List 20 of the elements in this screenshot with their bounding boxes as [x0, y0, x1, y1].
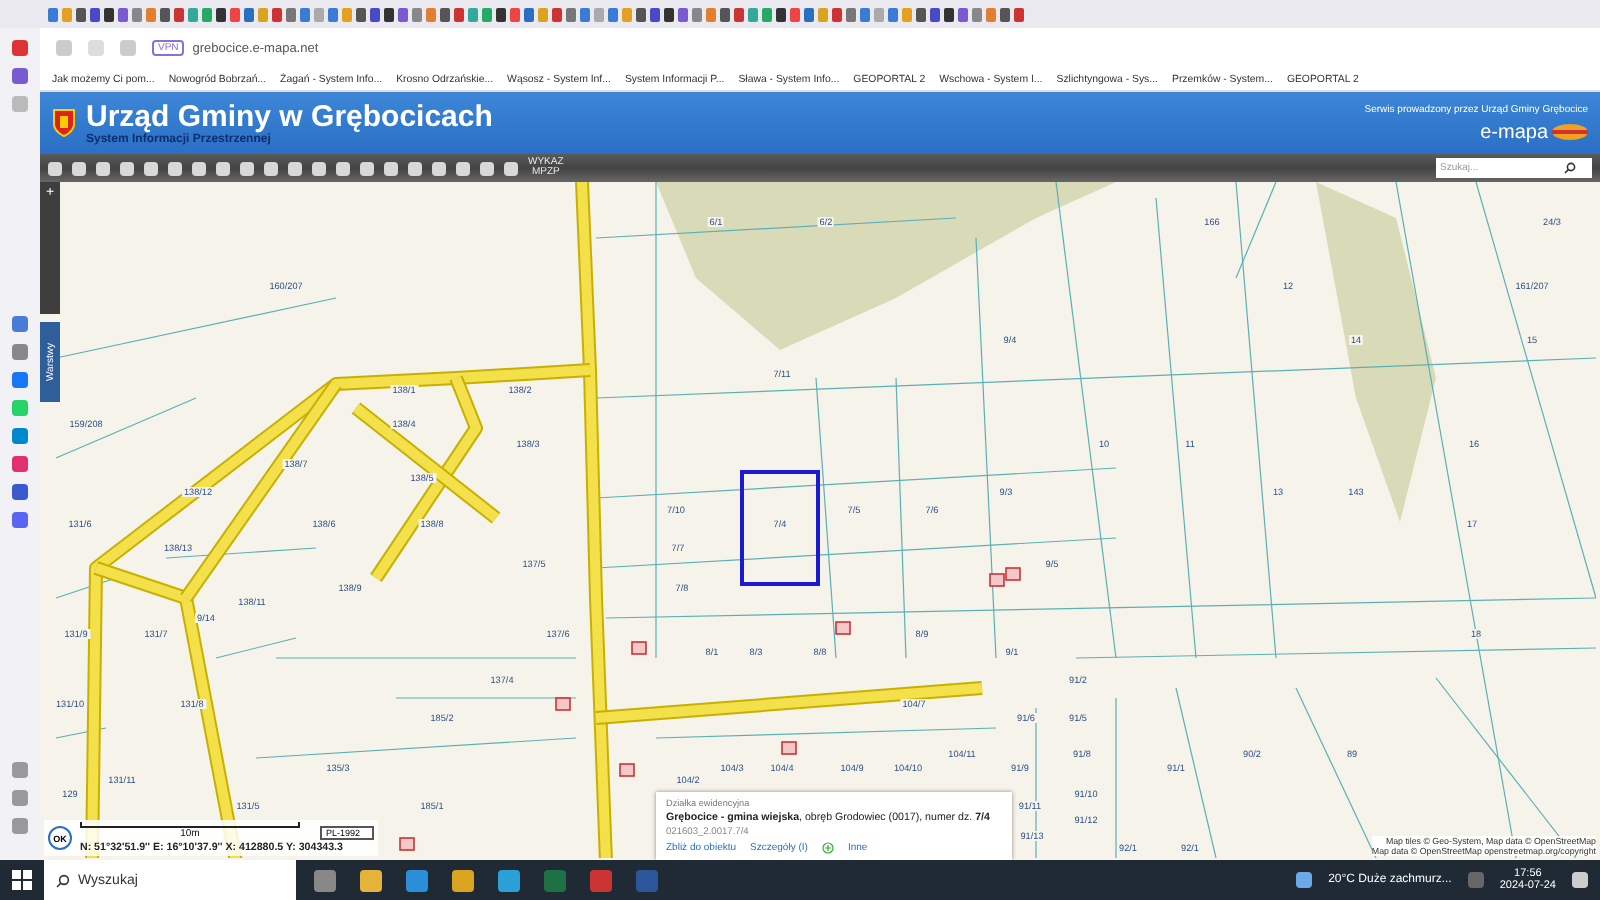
building-marker-icon — [399, 837, 415, 851]
taskbar-app-icon[interactable] — [314, 869, 336, 891]
taskbar-app-icon[interactable] — [360, 869, 382, 891]
taskbar-app-icon[interactable] — [498, 869, 520, 891]
brand-logo-icon — [1552, 124, 1588, 140]
taskbar-app-icon[interactable] — [406, 869, 428, 891]
building-marker-icon — [781, 741, 797, 755]
selected-parcel-outline — [740, 470, 820, 586]
search-icon[interactable] — [1564, 162, 1576, 174]
site-title: Urząd Gminy w Grębocicach — [86, 101, 495, 133]
taskbar-app-icon[interactable] — [452, 869, 474, 891]
building-marker-icon — [555, 697, 571, 711]
crest-icon — [52, 108, 76, 138]
brand-logo-text: e-mapa — [1480, 121, 1548, 143]
building-marker-icon — [619, 763, 635, 777]
search-icon[interactable] — [56, 873, 70, 887]
building-marker-icon — [631, 641, 647, 655]
start-icon[interactable] — [12, 870, 32, 890]
plus-icon[interactable] — [821, 842, 834, 854]
building-marker-icon — [835, 621, 851, 635]
